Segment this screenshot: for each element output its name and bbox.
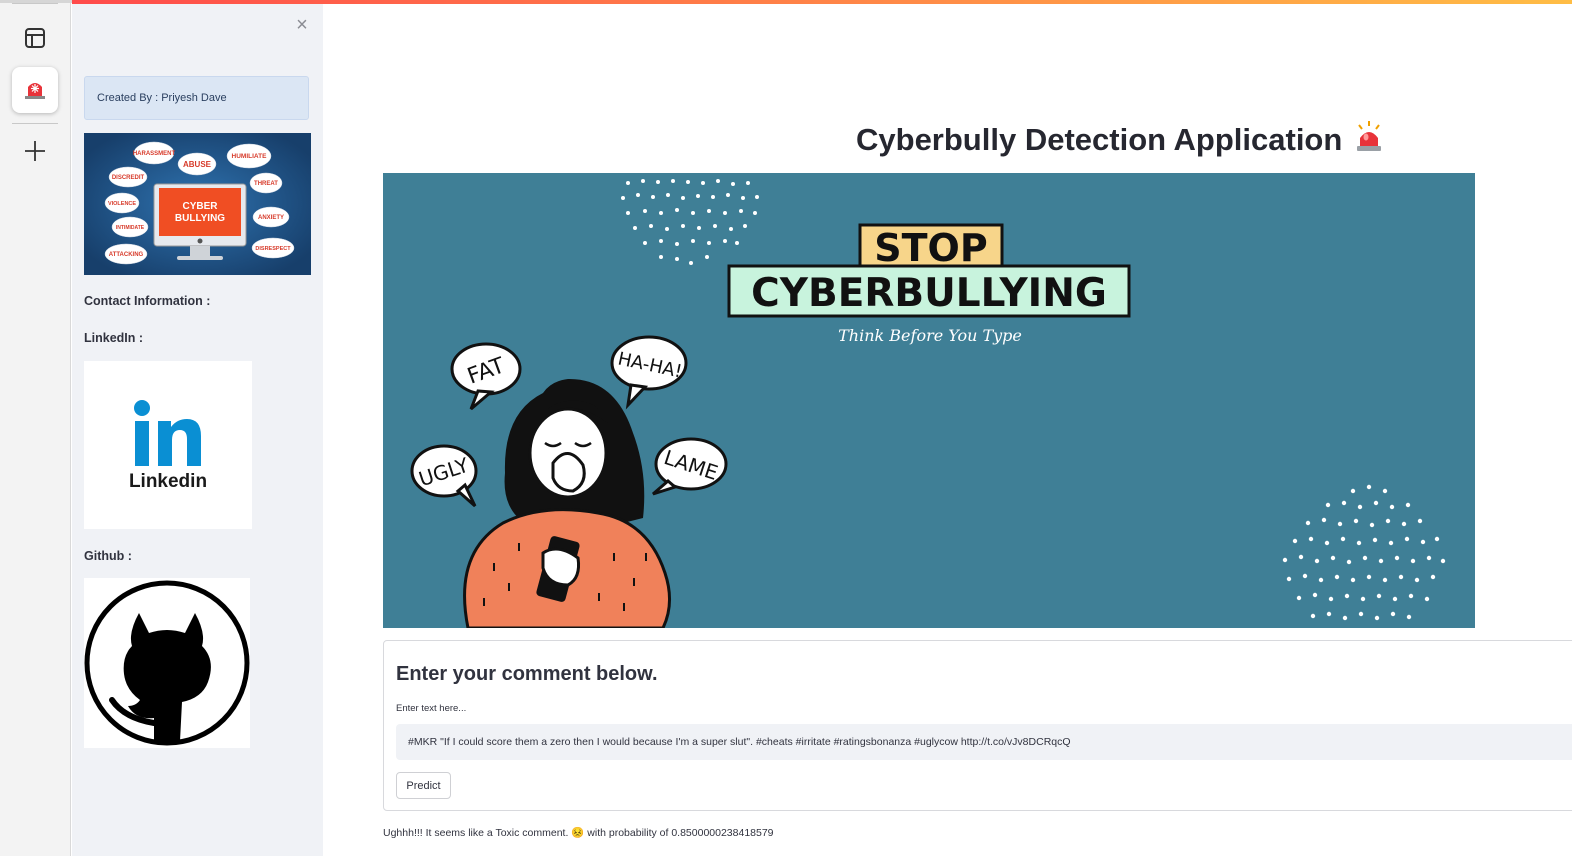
github-label: Github : [84, 549, 132, 563]
word-text: HUMILIATE [232, 153, 268, 160]
word-text: ANXIETY [258, 215, 284, 221]
word-text: ABUSE [183, 160, 212, 169]
word-text: HARASSMENT [133, 151, 176, 157]
cyberbullying-image: HARASSMENT ABUSE HUMILIATE DISCREDIT THR… [84, 133, 311, 275]
plus-icon [23, 139, 47, 168]
svg-text:CYBER: CYBER [182, 201, 218, 212]
siren-icon [1354, 120, 1384, 160]
predict-button[interactable]: Predict [396, 772, 451, 799]
page-title-text: Cyberbully Detection Application [856, 122, 1343, 157]
word-text: THREAT [254, 181, 278, 187]
word-text: ATTACKING [109, 252, 144, 258]
cyberbullying-text: CYBERBULLYING [751, 271, 1107, 316]
sidebar: × Created By : Priyesh Dave HARASSMENT A… [72, 4, 323, 856]
tagline-text: Think Before You Type [838, 326, 1022, 345]
prediction-result: Ughhh!!! It seems like a Toxic comment. … [383, 827, 774, 839]
word-text: DISRESPECT [255, 246, 291, 252]
comment-input[interactable] [396, 724, 1572, 760]
close-sidebar-button[interactable]: × [292, 15, 312, 35]
page-title: Cyberbully Detection Application [856, 120, 1384, 160]
linkedin-link[interactable]: Linkedin [84, 361, 252, 529]
github-icon [84, 578, 250, 748]
linkedin-icon [84, 361, 252, 529]
add-button[interactable] [12, 130, 58, 176]
created-by-info: Created By : Priyesh Dave [84, 76, 309, 120]
word-text: VIOLENCE [108, 201, 136, 207]
linkedin-logo-text: Linkedin [128, 471, 208, 492]
comment-form: Enter your comment below. Enter text her… [383, 640, 1572, 811]
word-text: INTIMIDATE [116, 225, 145, 231]
sidebar-toggle-button[interactable] [12, 17, 58, 63]
siren-icon [22, 75, 48, 106]
stop-text: STOP [874, 226, 987, 270]
main-content: Cyberbully Detection Application STOP CY… [323, 4, 1572, 856]
input-label: Enter text here... [396, 703, 467, 714]
sidebar-toggle-icon [24, 27, 46, 54]
linkedin-label: LinkedIn : [84, 331, 144, 345]
form-title: Enter your comment below. [396, 663, 658, 685]
app-tab-button[interactable] [12, 67, 58, 113]
close-icon: × [296, 14, 308, 36]
github-link[interactable] [84, 578, 250, 748]
rail-divider [12, 3, 58, 4]
svg-text:BULLYING: BULLYING [175, 213, 225, 224]
rail-divider [12, 123, 58, 124]
stop-cyberbullying-banner: STOP CYBERBULLYING Think Before You Type… [383, 173, 1475, 628]
word-text: DISCREDIT [112, 175, 145, 181]
contact-label: Contact Information : [84, 294, 211, 308]
created-by-text: Created By : Priyesh Dave [97, 92, 227, 104]
app-rail [0, 0, 71, 856]
